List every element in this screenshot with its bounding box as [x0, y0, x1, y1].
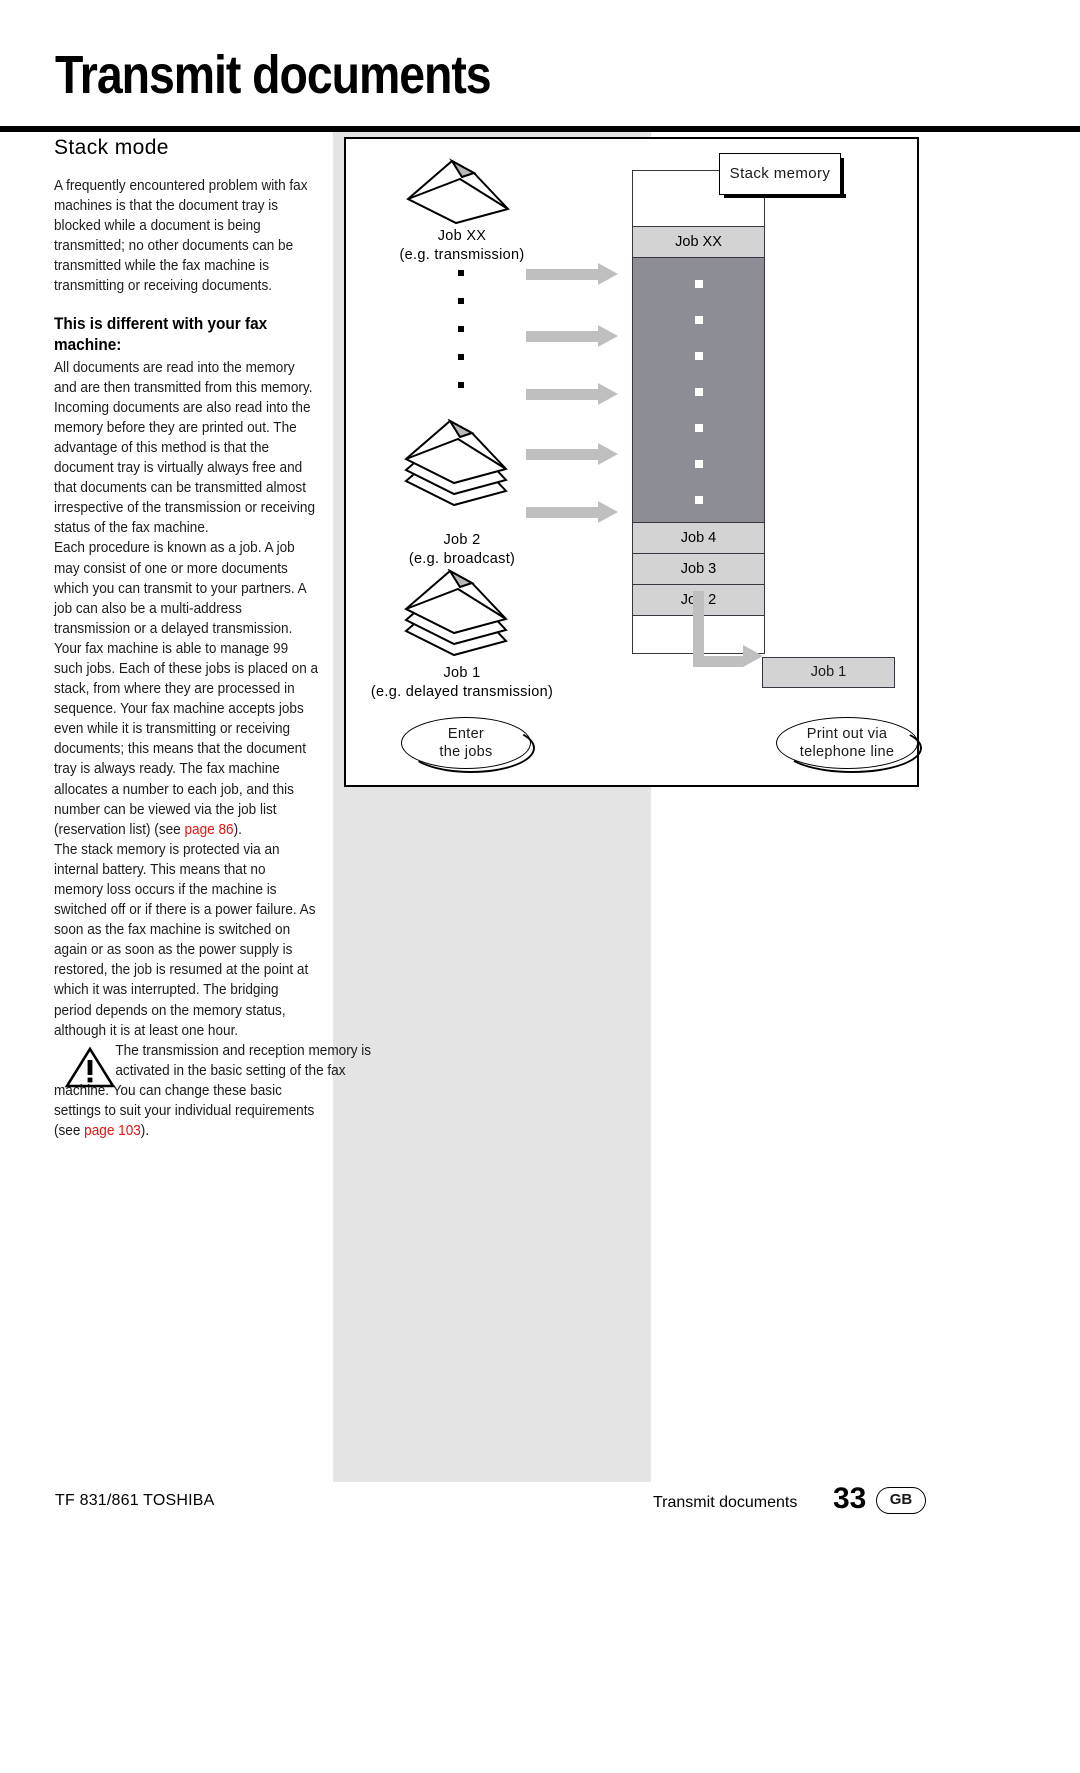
- feed-arrow-2: [526, 325, 618, 347]
- paragraph-jobs-text: Each procedure is known as a job. A job …: [54, 540, 319, 838]
- oval-print-out-via-telephone-line: Print out via telephone line: [776, 717, 922, 773]
- warning-block: The transmission and reception memory is…: [54, 1041, 371, 1141]
- oval-enter-line2: the jobs: [439, 744, 493, 760]
- xref-page-103[interactable]: page 103: [84, 1123, 141, 1139]
- document-sheet-stack-icon-job1: [402, 568, 518, 666]
- stack-slot-filled-region: [633, 258, 764, 523]
- sub-heading: This is different with your fax machine:: [54, 314, 268, 355]
- paragraph-memory: All documents are read into the memory a…: [54, 359, 315, 537]
- oval-print-line1: Print out via: [806, 726, 888, 742]
- oval-print-line2: telephone line: [799, 744, 895, 760]
- stack-slot-job-4: Job 4: [633, 523, 764, 554]
- document-sheet-stack-icon-job2: [402, 418, 518, 516]
- footer-section: Transmit documents: [653, 1494, 798, 1511]
- job-2-detail: (e.g. broadcast): [408, 551, 516, 567]
- job-2-label: Job 2: [443, 532, 481, 548]
- footer-page-number: 33: [833, 1482, 867, 1515]
- warning-text-continued: machine. You can change these basic sett…: [54, 1081, 318, 1141]
- xref-page-86[interactable]: page 86: [184, 822, 233, 838]
- footer-model: TF 831/861 TOSHIBA: [55, 1492, 215, 1509]
- warning-text-indented: The transmission and reception memory is…: [115, 1042, 372, 1079]
- stack-memory-callout: Stack memory: [719, 153, 846, 198]
- oval-enter-the-jobs: Enter the jobs: [401, 717, 535, 773]
- stack-slot-job-3: Job 3: [633, 554, 764, 585]
- output-job-1-box: Job 1: [762, 657, 895, 688]
- oval-enter-line1: Enter: [447, 726, 485, 742]
- job-1-detail: (e.g. delayed transmission): [370, 684, 554, 700]
- paragraph-intro: A frequently encountered problem with fa…: [54, 178, 308, 295]
- left-text-column: Stack mode A frequently encountered prob…: [54, 136, 371, 1141]
- warning-text-post: ).: [140, 1123, 150, 1140]
- paragraph-jobs: Each procedure is known as a job. A job …: [54, 538, 318, 839]
- paragraph-battery: The stack memory is protected via an int…: [54, 841, 316, 1039]
- feed-arrow-5: [526, 501, 618, 523]
- page-title: Transmit documents: [55, 45, 492, 105]
- stack-mode-diagram: Job XX (e.g. transmission) Job 2 (e.g. b…: [344, 137, 922, 787]
- manual-page: Transmit documents Stack mode A frequent…: [0, 0, 1080, 1773]
- footer-locale-badge: GB: [876, 1487, 926, 1514]
- output-elbow-arrow: [693, 591, 773, 676]
- feed-arrow-3: [526, 383, 618, 405]
- feed-arrow-1: [526, 263, 618, 285]
- job-xx-detail: (e.g. transmission): [399, 247, 525, 263]
- stack-memory-column: Job XX Job 4 Job 3 Job 2: [632, 170, 765, 654]
- paragraph-jobs-tail: ).: [233, 821, 242, 838]
- job-xx-label: Job XX: [437, 228, 487, 244]
- section-heading: Stack mode: [54, 136, 169, 159]
- stack-slot-job-xx: Job XX: [633, 227, 764, 258]
- document-sheet-single-icon: [404, 157, 514, 232]
- job-1-label: Job 1: [443, 665, 481, 681]
- feed-arrow-4: [526, 443, 618, 465]
